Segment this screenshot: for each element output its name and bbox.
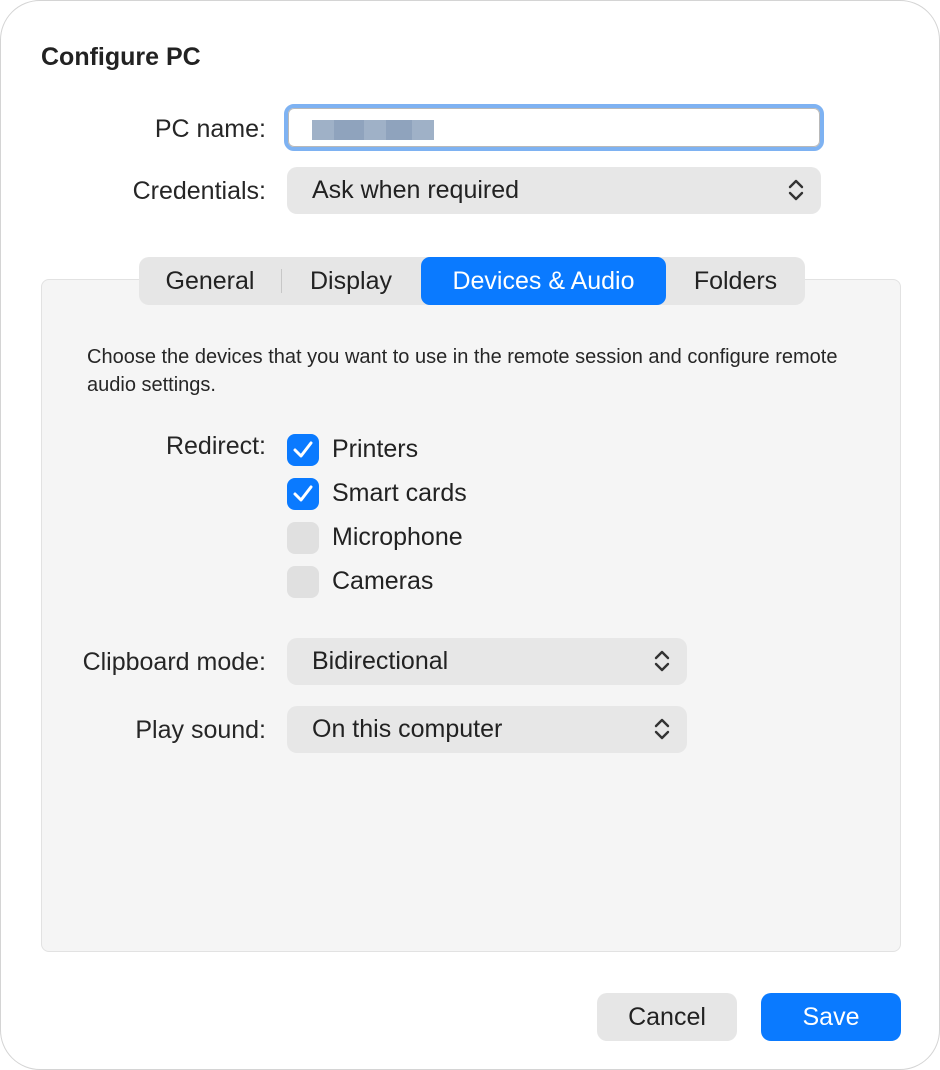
credentials-label: Credentials: <box>132 177 266 205</box>
tab-bar: General Display Devices & Audio Folders <box>139 257 805 305</box>
redacted-text-block <box>334 120 364 140</box>
pc-name-label: PC name: <box>154 115 266 143</box>
cancel-button[interactable]: Cancel <box>597 993 737 1041</box>
tab-folders[interactable]: Folders <box>666 257 805 305</box>
clipboard-mode-label: Clipboard mode: <box>82 648 266 676</box>
dialog-title: Configure PC <box>41 43 201 71</box>
clipboard-mode-value: Bidirectional <box>312 647 449 675</box>
chevron-up-down-icon <box>654 718 670 740</box>
save-button[interactable]: Save <box>761 993 901 1041</box>
chevron-up-down-icon <box>654 650 670 672</box>
microphone-checkbox[interactable] <box>287 522 319 554</box>
credentials-select[interactable]: Ask when required <box>287 167 821 214</box>
chevron-up-down-icon <box>788 179 804 201</box>
cameras-label: Cameras <box>332 567 434 595</box>
smart-cards-label: Smart cards <box>332 479 467 507</box>
redacted-text-block <box>412 120 434 140</box>
microphone-label: Microphone <box>332 523 463 551</box>
redacted-text-block <box>312 120 334 140</box>
smart-cards-checkbox[interactable] <box>287 478 319 510</box>
play-sound-label: Play sound: <box>135 716 266 744</box>
cameras-checkbox[interactable] <box>287 566 319 598</box>
devices-description: Choose the devices that you want to use … <box>87 346 838 396</box>
printers-checkbox[interactable] <box>287 434 319 466</box>
tab-display[interactable]: Display <box>282 257 420 305</box>
redacted-text-block <box>386 120 412 140</box>
redacted-text-block <box>364 120 386 140</box>
play-sound-select[interactable]: On this computer <box>287 706 687 753</box>
clipboard-mode-select[interactable]: Bidirectional <box>287 638 687 685</box>
play-sound-value: On this computer <box>312 715 503 743</box>
pc-name-input[interactable] <box>284 104 824 151</box>
credentials-value: Ask when required <box>312 176 520 204</box>
tab-devices-audio[interactable]: Devices & Audio <box>421 257 666 305</box>
printers-label: Printers <box>332 435 419 463</box>
checkmark-icon <box>293 485 313 502</box>
tab-general[interactable]: General <box>139 257 281 305</box>
redirect-label: Redirect: <box>165 432 266 460</box>
configure-pc-dialog: Configure PC PC name: Credentials: Ask w… <box>0 0 940 1070</box>
checkmark-icon <box>293 441 313 458</box>
